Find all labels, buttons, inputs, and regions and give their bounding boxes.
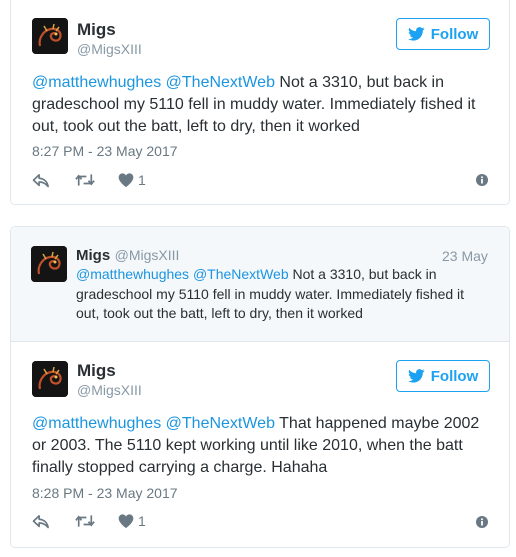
author-handle[interactable]: @MigsXIII [77, 382, 142, 398]
mention-link[interactable]: @matthewhughes [32, 415, 161, 432]
avatar[interactable] [31, 246, 67, 282]
author-name[interactable]: Migs [77, 361, 116, 381]
tweet-text-line: or 2003. The 5110 kept working until lik… [32, 437, 463, 454]
quoted-header: Migs @MigsXIII [76, 247, 179, 265]
twitter-bird-icon [407, 369, 425, 383]
quoted-tweet[interactable]: Migs @MigsXIII 23 May @matthewhughes @Th… [11, 227, 509, 342]
info-button[interactable] [476, 173, 488, 191]
author-handle[interactable]: @MigsXIII [77, 41, 142, 57]
twitter-bird-icon [407, 27, 425, 41]
reply-button[interactable] [32, 514, 50, 529]
tweet-text-line: @matthewhughes @TheNextWeb That happened… [32, 413, 502, 435]
tweet-text-line: finally stopped carrying a charge. Hahah… [32, 459, 328, 476]
tweet-text-line: out, took out the batt, left to dry, the… [32, 118, 360, 135]
mention-link[interactable]: @TheNextWeb [193, 266, 289, 282]
tweet-card: Migs @MigsXIII Follow @matthewhughes @Th… [10, 0, 510, 205]
mention-link[interactable]: @matthewhughes [76, 266, 189, 282]
retweet-icon [75, 174, 95, 186]
quoted-author-handle: @MigsXIII [114, 247, 180, 263]
heart-icon [118, 514, 134, 528]
quoted-text-segment: Not a 3310, but back in [288, 266, 437, 282]
tweet-text-line: gradeschool my 5110 fell in muddy water.… [32, 96, 476, 113]
retweet-icon [75, 515, 95, 527]
quoted-date: 23 May [442, 248, 488, 264]
quoted-author-name: Migs [76, 247, 111, 264]
follow-button[interactable]: Follow [396, 18, 490, 50]
reply-icon [32, 173, 49, 187]
tweet-text: @matthewhughes @TheNextWeb That happened… [32, 413, 502, 479]
quoted-text-line: @matthewhughes @TheNextWeb Not a 3310, b… [76, 265, 496, 285]
dragon-avatar-icon [32, 361, 68, 397]
like-count: 1 [138, 513, 146, 529]
info-icon [476, 516, 488, 528]
like-count: 1 [138, 172, 146, 188]
mention-link[interactable]: @matthewhughes [32, 74, 161, 91]
quoted-text: @matthewhughes @TheNextWeb Not a 3310, b… [76, 265, 496, 324]
tweet-card: Migs @MigsXIII 23 May @matthewhughes @Th… [10, 226, 510, 548]
author-name[interactable]: Migs [77, 20, 116, 40]
info-button[interactable] [476, 515, 488, 533]
tweet-actions: 1 [32, 511, 146, 531]
follow-label: Follow [430, 25, 479, 43]
tweet-text-segment: That happened maybe 2002 [274, 415, 480, 432]
tweet-text-segment: Not a 3310, but back in [274, 74, 444, 91]
tweet-actions: 1 [32, 170, 146, 190]
dragon-avatar-icon [32, 18, 68, 54]
dragon-avatar-icon [31, 246, 67, 282]
follow-button[interactable]: Follow [396, 360, 490, 392]
quoted-text-line: out, took out the batt, left to dry, the… [76, 305, 363, 321]
retweet-button[interactable] [75, 173, 95, 187]
heart-icon [118, 173, 134, 187]
avatar[interactable] [32, 361, 68, 397]
quoted-text-line: gradeschool my 5110 fell in muddy water.… [76, 285, 465, 302]
info-icon [476, 174, 488, 186]
timestamp-link[interactable]: 8:28 PM - 23 May 2017 [32, 485, 178, 501]
mention-link[interactable]: @TheNextWeb [166, 415, 275, 432]
reply-button[interactable] [32, 173, 50, 188]
mention-link[interactable]: @TheNextWeb [166, 74, 275, 91]
avatar[interactable] [32, 18, 68, 54]
timestamp-link[interactable]: 8:27 PM - 23 May 2017 [32, 143, 178, 159]
follow-label: Follow [430, 367, 479, 385]
reply-icon [32, 514, 49, 528]
like-button[interactable]: 1 [118, 172, 146, 188]
tweet-text: @matthewhughes @TheNextWeb Not a 3310, b… [32, 72, 502, 138]
like-button[interactable]: 1 [118, 513, 146, 529]
tweet-text-line: @matthewhughes @TheNextWeb Not a 3310, b… [32, 72, 502, 94]
retweet-button[interactable] [75, 514, 95, 528]
